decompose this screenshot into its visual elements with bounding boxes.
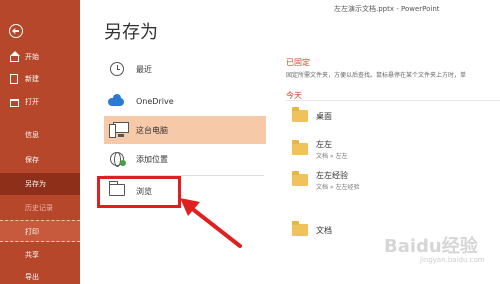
location-label: 最近 (136, 65, 152, 74)
red-arrow-annotation (180, 198, 242, 248)
location-add-place[interactable]: 添加位置 (104, 145, 266, 173)
clock-icon (110, 62, 124, 76)
this-pc-icon (109, 122, 129, 138)
browse-label: 浏览 (136, 187, 152, 196)
location-label: 这台电脑 (136, 126, 168, 135)
sidebar-item-print[interactable]: 打印 (0, 220, 80, 242)
sidebar-item-home[interactable]: 开始 (0, 48, 80, 66)
folder-name: 桌面 (316, 112, 332, 121)
sidebar-item-new[interactable]: 新建 (0, 70, 80, 88)
location-recent[interactable]: 最近 (104, 55, 266, 83)
open-folder-icon (10, 99, 19, 107)
location-this-pc[interactable]: 这台电脑 (104, 116, 266, 144)
sidebar-item-open[interactable]: 打开 (0, 93, 80, 111)
onedrive-cloud-icon (108, 94, 124, 106)
page-title: 另存为 (104, 22, 158, 43)
sidebar-item-history[interactable]: 历史记录 (0, 197, 80, 219)
sidebar-item-save[interactable]: 保存 (0, 149, 80, 171)
sidebar-item-label: 打开 (25, 98, 39, 106)
location-label: OneDrive (136, 97, 174, 106)
location-onedrive[interactable]: OneDrive (104, 88, 266, 116)
baidu-watermark: Baidu经验 jingyan.baidu.com (384, 232, 496, 276)
folder-icon (292, 140, 308, 155)
browse-button[interactable]: 浏览 (104, 180, 174, 202)
watermark-url: jingyan.baidu.com (420, 256, 485, 264)
new-document-icon (10, 74, 18, 84)
sidebar-item-label: 开始 (25, 53, 39, 61)
folder-icon (292, 107, 308, 122)
folder-item[interactable]: 左左经验 文档 » 左左经验 (286, 168, 500, 194)
folder-icon (109, 181, 125, 196)
sidebar-item-export[interactable]: 导出 (0, 266, 80, 284)
folder-icon (292, 171, 308, 186)
folder-path: 文档 » 左左经验 (316, 184, 360, 191)
sidebar-item-save-as[interactable]: 另存为 (0, 173, 80, 195)
folder-name: 左左经验 (316, 171, 348, 180)
home-icon (10, 51, 20, 62)
back-arrow-icon[interactable] (9, 24, 23, 38)
folder-path: 文档 » 左左 (316, 153, 348, 160)
folder-item[interactable]: 桌面 (286, 104, 500, 130)
divider (286, 100, 500, 101)
folder-name: 左左 (316, 140, 332, 149)
pinned-description: 固定所需文件夹，方便以后查找。鼠标悬停在某个文件夹上方时，单 (286, 72, 467, 79)
location-label: 添加位置 (136, 155, 168, 164)
backstage-sidebar: 开始 新建 打开 信息 保存 另存为 历史记录 打印 共享 导出 (0, 0, 80, 284)
sidebar-item-share[interactable]: 共享 (0, 244, 80, 266)
sidebar-item-info[interactable]: 信息 (0, 124, 80, 146)
add-location-globe-icon (110, 152, 126, 167)
sidebar-item-label: 新建 (25, 75, 39, 83)
folder-item[interactable]: 左左 文档 » 左左 (286, 137, 500, 163)
pinned-title: 已固定 (286, 58, 310, 67)
window-title: 左左演示文档.pptx - PowerPoint (334, 5, 440, 13)
watermark-text: Baidu经验 (384, 236, 478, 257)
folder-name: 文档 (316, 226, 332, 235)
folder-icon (292, 221, 308, 236)
